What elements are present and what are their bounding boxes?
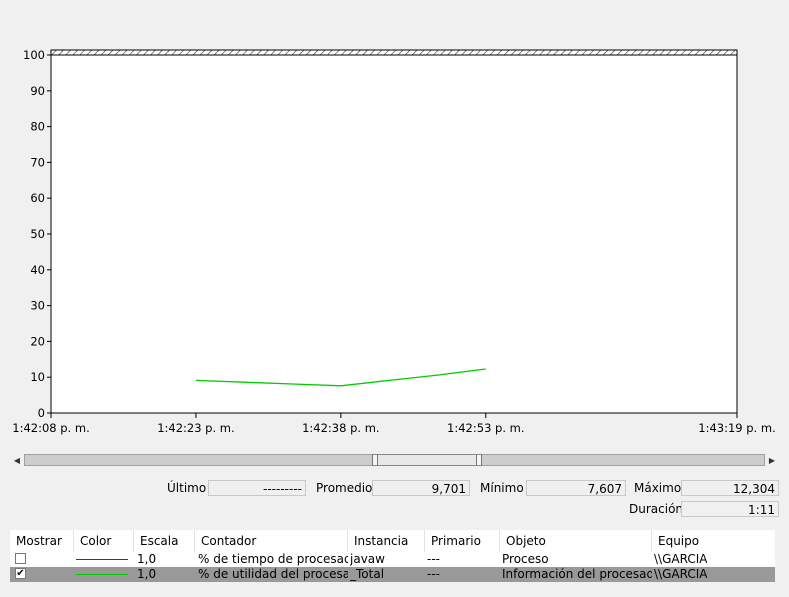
header-escala[interactable]: Escala bbox=[134, 530, 195, 552]
x-tick-label: 1:43:19 p. m. bbox=[698, 421, 775, 435]
minimo-value: 7,607 bbox=[526, 480, 626, 496]
row-equipo: \\GARCIA bbox=[654, 552, 708, 566]
show-checkbox[interactable]: ✔ bbox=[15, 568, 26, 579]
y-axis: 0 10 20 30 40 50 60 70 80 90 100 bbox=[23, 48, 51, 420]
y-tick-label: 100 bbox=[23, 48, 45, 62]
header-primario[interactable]: Primario bbox=[425, 530, 500, 552]
maximo-label: Máximo bbox=[634, 481, 682, 495]
y-tick-label: 90 bbox=[30, 84, 45, 98]
counter-list[interactable]: Mostrar Color Escala Contador Instancia … bbox=[10, 530, 775, 582]
y-tick-label: 80 bbox=[30, 120, 45, 134]
maximo-value: 12,304 bbox=[681, 480, 779, 496]
scroll-grip-left[interactable] bbox=[372, 455, 378, 465]
x-tick-label: 1:42:23 p. m. bbox=[157, 421, 234, 435]
scroll-thumb[interactable] bbox=[372, 454, 482, 466]
row-objeto: Información del procesad... bbox=[502, 567, 652, 581]
minimo-label: Mínimo bbox=[480, 481, 524, 495]
x-axis: 1:42:08 p. m. 1:42:23 p. m. 1:42:38 p. m. 1… bbox=[12, 413, 776, 435]
row-instancia: _Total bbox=[350, 567, 385, 581]
row-instancia: javaw bbox=[350, 552, 385, 566]
header-color[interactable]: Color bbox=[74, 530, 134, 552]
promedio-label: Promedio bbox=[316, 481, 373, 495]
header-mostrar[interactable]: Mostrar bbox=[10, 530, 74, 552]
row-primario: --- bbox=[427, 567, 440, 581]
y-tick-label: 20 bbox=[30, 334, 45, 348]
chart-hatch-band bbox=[50, 49, 738, 56]
counter-row[interactable]: 1,0 % de tiempo de procesador javaw --- … bbox=[10, 552, 775, 567]
duracion-label: Duración bbox=[629, 502, 684, 516]
y-tick-label: 40 bbox=[30, 263, 45, 277]
y-tick-label: 10 bbox=[30, 370, 45, 384]
header-objeto[interactable]: Objeto bbox=[500, 530, 652, 552]
row-objeto: Proceso bbox=[502, 552, 549, 566]
duracion-value: 1:11 bbox=[681, 501, 779, 517]
ultimo-value: --------- bbox=[208, 480, 306, 496]
row-contador: % de tiempo de procesador bbox=[198, 552, 348, 566]
color-swatch bbox=[76, 574, 128, 575]
scroll-left-icon[interactable]: ◀ bbox=[10, 452, 24, 468]
time-scrollbar[interactable]: ◀ ▶ bbox=[10, 452, 779, 468]
y-tick-label: 70 bbox=[30, 155, 45, 169]
counter-list-header: Mostrar Color Escala Contador Instancia … bbox=[10, 530, 775, 552]
ultimo-label: Último bbox=[167, 481, 207, 495]
x-tick-label: 1:42:53 p. m. bbox=[447, 421, 524, 435]
performance-chart: 0102030405060708090100 1:42:08 p. m. 1:42… bbox=[12, 48, 776, 435]
scroll-grip-right[interactable] bbox=[476, 455, 482, 465]
scroll-right-icon[interactable]: ▶ bbox=[765, 452, 779, 468]
counter-row[interactable]: ✔ 1,0 % de utilidad del procesa... _Tota… bbox=[10, 567, 775, 582]
row-contador: % de utilidad del procesa... bbox=[198, 567, 348, 581]
row-primario: --- bbox=[427, 552, 440, 566]
row-escala: 1,0 bbox=[137, 567, 157, 581]
row-escala: 1,0 bbox=[137, 552, 157, 566]
y-tick-label: 30 bbox=[30, 299, 45, 313]
header-instancia[interactable]: Instancia bbox=[348, 530, 425, 552]
x-tick-label: 1:42:08 p. m. bbox=[12, 421, 89, 435]
x-tick-label: 1:42:38 p. m. bbox=[302, 421, 379, 435]
color-swatch bbox=[76, 559, 128, 560]
y-tick-label: 0 bbox=[38, 406, 45, 420]
scroll-track[interactable] bbox=[24, 454, 765, 466]
header-equipo[interactable]: Equipo bbox=[652, 530, 775, 552]
chart-plot-area bbox=[50, 49, 738, 414]
row-equipo: \\GARCIA bbox=[654, 567, 708, 581]
y-tick-label: 60 bbox=[30, 191, 45, 205]
y-tick-label: 50 bbox=[30, 227, 45, 241]
promedio-value: 9,701 bbox=[372, 480, 470, 496]
header-contador[interactable]: Contador bbox=[195, 530, 348, 552]
show-checkbox[interactable] bbox=[15, 553, 26, 564]
